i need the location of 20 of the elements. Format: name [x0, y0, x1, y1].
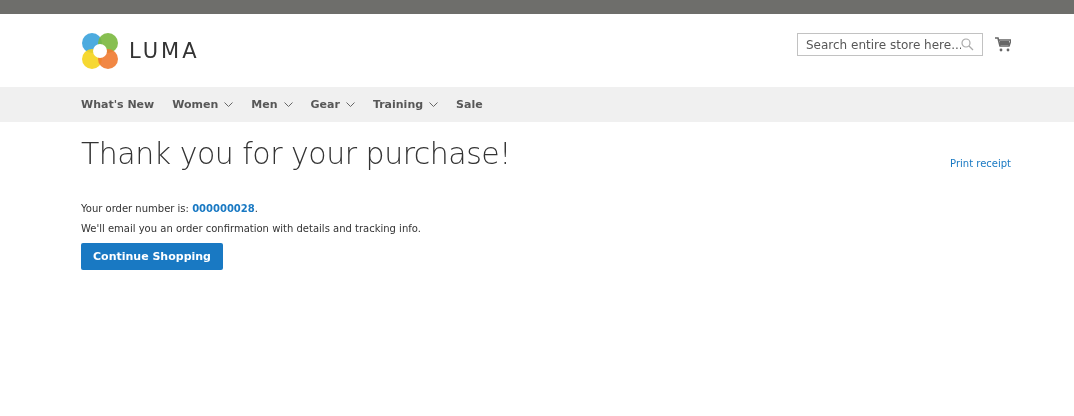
- order-number-link[interactable]: 000000028: [192, 203, 255, 214]
- logo-text[interactable]: LUMA: [129, 38, 200, 63]
- logo-icon[interactable]: [81, 31, 119, 70]
- email-note: We'll email you an order confirmation with details and tracking info.: [81, 223, 422, 234]
- nav-item[interactable]: Men: [251, 98, 293, 111]
- chevron-down-icon[interactable]: [429, 101, 439, 108]
- cart-icon[interactable]: [995, 37, 1011, 52]
- chevron-down-icon[interactable]: [224, 101, 234, 108]
- chevron-down-icon[interactable]: [345, 101, 355, 108]
- nav-item[interactable]: What's New: [81, 98, 155, 111]
- search-field[interactable]: Search entire store here...: [797, 33, 983, 56]
- print-receipt-link[interactable]: Print receipt: [950, 158, 1011, 169]
- nav-item[interactable]: Women: [172, 98, 234, 111]
- chevron-down-icon[interactable]: [283, 101, 293, 108]
- nav-item[interactable]: Sale: [456, 98, 483, 111]
- nav-item[interactable]: Gear: [310, 98, 355, 111]
- page-title: Thank you for your purchase!: [81, 136, 511, 171]
- continue-shopping-button[interactable]: Continue Shopping: [81, 243, 223, 270]
- order-number-text: Your order number is: 000000028.: [81, 203, 259, 214]
- nav-item[interactable]: Training: [372, 98, 439, 111]
